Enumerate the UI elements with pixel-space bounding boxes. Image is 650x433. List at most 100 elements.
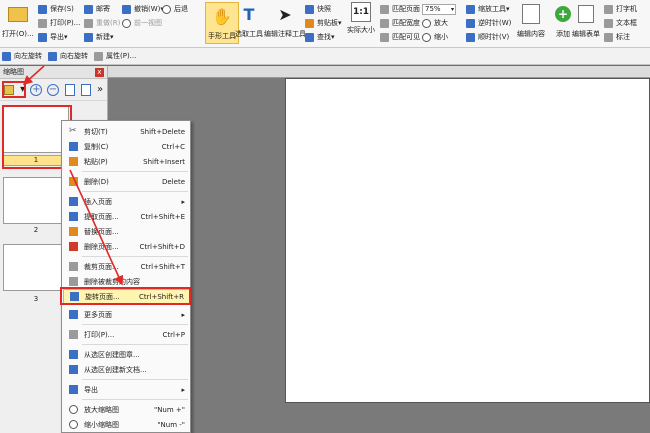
rotate-left-button[interactable]: 向左旋转 (2, 51, 42, 61)
export-button[interactable]: 导出 ▾ (38, 30, 80, 44)
menu-item-cut[interactable]: ✂ 剪切(T) Shift+Delete (63, 124, 190, 139)
close-icon[interactable]: x (95, 67, 104, 77)
page-options-button[interactable] (63, 83, 77, 97)
submenu-arrow: ▸ (181, 310, 185, 319)
menu-item-delete[interactable]: 删除(D) Delete (63, 174, 190, 189)
print-button[interactable]: 打印(P)... (38, 16, 80, 30)
minus-icon (422, 32, 431, 42)
previous-view-button[interactable]: 前一视图 (122, 16, 164, 30)
typewriter-label: 打字机 (616, 5, 637, 13)
properties-label: 属性(P)... (106, 52, 137, 60)
edit-annotation-label: 编辑注释工具 (264, 30, 306, 38)
fit-width-button[interactable]: 匹配宽度 (380, 16, 420, 30)
thumbnail-page-2[interactable] (3, 177, 69, 224)
redo-icon (84, 18, 93, 28)
zoom-out-thumb-button[interactable]: − (46, 83, 60, 97)
open-button[interactable]: 打开(O)... (2, 2, 34, 39)
mail-button[interactable]: 邮寄 (84, 2, 120, 16)
menu-item-crop-page[interactable]: 裁剪页面... Ctrl+Shift+T (63, 259, 190, 274)
edit-annotation-button[interactable]: ➤ 编辑注释工具 (264, 2, 306, 39)
back-button[interactable]: 后退 (162, 2, 188, 16)
rotate-left-icon (466, 18, 475, 28)
snapshot-label: 快照 (317, 5, 331, 13)
textbox-label: 文本框 (616, 19, 637, 27)
menu-item-print[interactable]: 打印(P)... Ctrl+P (63, 327, 190, 342)
menu-item-create-stamp[interactable]: 从选区创建图章... (63, 347, 190, 362)
back-label: 后退 (174, 5, 188, 13)
annotation-box-rotate (60, 287, 191, 305)
zoom-in-button[interactable]: 放大 (422, 16, 456, 30)
undo-icon (122, 4, 131, 14)
menu-item-delete-page[interactable]: 删除页面... Ctrl+Shift+D (63, 239, 190, 254)
callout-button[interactable]: 标注 (604, 30, 637, 44)
paste-icon (69, 157, 78, 166)
undo-button[interactable]: 撤销(W) ▾ (122, 2, 164, 16)
zoom-out-button[interactable]: 缩小 (422, 30, 456, 44)
save-button[interactable]: 保存(S) (38, 2, 80, 16)
thumbnail-page-3[interactable] (3, 244, 69, 291)
edit-form-button[interactable]: 编辑表单 (572, 2, 600, 39)
menu-item-paste[interactable]: 粘贴(P) Shift+Insert (63, 154, 190, 169)
menu-item-zoom-out-thumbnail[interactable]: 缩小缩略图 "Num -" (63, 417, 190, 432)
back-icon (122, 18, 131, 28)
menu-item-replace-page[interactable]: 替换页面... (63, 224, 190, 239)
text-select-icon: T (243, 4, 255, 24)
menu-item-export[interactable]: 导出 ▸ (63, 382, 190, 397)
snapshot-button[interactable]: 快照 (305, 2, 342, 16)
menu-label: 粘贴(P) (84, 157, 108, 166)
clipboard-button[interactable]: 剪贴板 ▾ (305, 16, 342, 30)
textbox-button[interactable]: 文本框 (604, 16, 637, 30)
rotate-cw-button[interactable]: 顺时针(V) (466, 30, 511, 44)
hand-tool-button[interactable]: ✋ 手形工具 (205, 2, 239, 44)
rotate-left-small-icon (2, 51, 11, 61)
zoom-in-thumb-button[interactable]: + (29, 83, 43, 97)
fit-visible-label: 匹配可见 (392, 33, 420, 41)
menu-separator (82, 256, 188, 257)
zoom-tool-button[interactable]: 缩放工具 ▾ (466, 2, 511, 16)
menu-label: 打印(P)... (84, 330, 115, 339)
fit-visible-button[interactable]: 匹配可见 (380, 30, 420, 44)
zoom-in-label: 放大 (434, 19, 448, 27)
menu-shortcut: Shift+Delete (140, 127, 185, 136)
camera-icon (305, 4, 314, 14)
menu-item-extract-page[interactable]: 提取页面... Ctrl+Shift+E (63, 209, 190, 224)
more-pages-icon (69, 310, 78, 319)
panel-title: 缩略图 (3, 68, 24, 76)
menu-item-create-document[interactable]: 从选区创建新文档... (63, 362, 190, 377)
back-arrow-icon (162, 4, 171, 14)
menu-item-zoom-in-thumbnail[interactable]: 放大缩略图 "Num +" (63, 402, 190, 417)
new-button[interactable]: 新建 ▾ (84, 30, 120, 44)
thumbnail-label-2: 2 (33, 226, 39, 234)
document-page[interactable] (285, 78, 650, 403)
fit-page-button[interactable]: 匹配页面 (380, 2, 420, 16)
fit-visible-icon (380, 32, 389, 42)
edit-content-label: 编辑内容 (517, 30, 545, 38)
properties-button[interactable]: 属性(P)... (94, 51, 136, 61)
actual-size-label: 实际大小 (347, 26, 375, 34)
menu-shortcut: Ctrl+Shift+D (139, 242, 186, 251)
rotate-right-label: 向右旋转 (60, 52, 88, 60)
clipboard-label: 剪贴板 (317, 19, 338, 27)
zoom-select[interactable]: 75% (422, 3, 456, 15)
menu-label: 提取页面... (84, 212, 119, 221)
select-text-button[interactable]: T 选取工具 (235, 2, 263, 39)
menu-item-insert-page[interactable]: 插入页面 ▸ (63, 194, 190, 209)
rotate-thumb-button[interactable] (80, 83, 94, 97)
hand-tool-label: 手形工具 (208, 32, 236, 40)
binoculars-icon (305, 32, 314, 42)
clipboard-icon (305, 18, 314, 28)
fit-width-icon (380, 18, 389, 28)
menu-item-copy[interactable]: 复制(C) Ctrl+C (63, 139, 190, 154)
more-chevron-icon[interactable]: » (96, 83, 104, 97)
actual-size-button[interactable]: 1:1 实际大小 (347, 2, 375, 35)
find-button[interactable]: 查找 ▾ (305, 30, 342, 44)
menu-label: 删除页面... (84, 242, 119, 251)
annotation-box-options (2, 81, 26, 98)
menu-item-more-pages[interactable]: 更多页面 ▸ (63, 307, 190, 322)
edit-content-button[interactable]: 编辑内容 (517, 2, 545, 39)
rotate-right-button[interactable]: 向右旋转 (48, 51, 88, 61)
menu-shortcut: "Num -" (157, 420, 185, 429)
rotate-ccw-button[interactable]: 逆时针(W) (466, 16, 511, 30)
redo-button[interactable]: 重做(R) (84, 16, 120, 30)
typewriter-button[interactable]: 打字机 (604, 2, 637, 16)
